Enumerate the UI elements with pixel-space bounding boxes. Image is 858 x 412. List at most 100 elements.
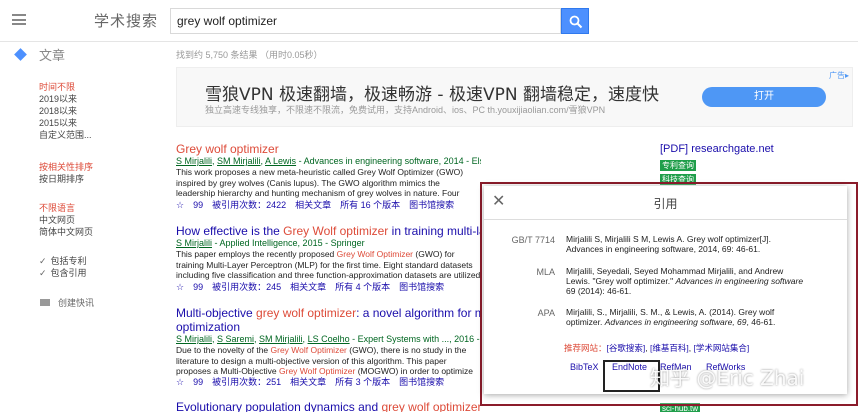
language-any[interactable]: 不限语言 <box>39 202 93 214</box>
library-search-link[interactable]: 图书馆搜索 <box>399 282 444 292</box>
save-star-icon[interactable]: ☆ <box>176 282 184 292</box>
time-filter-2019[interactable]: 2019以来 <box>39 93 92 105</box>
result-stats: 找到约 5,750 条结果 （用时0.05秒） <box>176 50 323 60</box>
include-citations-checkbox[interactable]: ✓ 包含引用 <box>39 267 87 279</box>
result-title-highlight: grey wolf optimizer <box>256 306 357 320</box>
search-button[interactable] <box>561 8 589 34</box>
save-star-icon[interactable]: ☆ <box>176 200 184 210</box>
include-patents-label: 包括专利 <box>50 256 87 266</box>
time-filter-2018[interactable]: 2018以来 <box>39 105 92 117</box>
snippet-text: This paper employs the recently proposed <box>176 249 337 259</box>
related-articles-link[interactable]: 相关文章 <box>290 282 326 292</box>
related-articles-link[interactable]: 相关文章 <box>290 377 326 387</box>
result-item: Grey wolf optimizer S Mirjalili, SM Mirj… <box>176 142 481 212</box>
author-link[interactable]: S Mirjalili <box>176 156 212 166</box>
checkbox-group: ✓ 包括专利 ✓ 包含引用 <box>39 255 87 279</box>
cite-journal: Advances in engineering software <box>675 276 804 286</box>
result-title-text: : a novel algorithm for multi-criterion <box>356 306 481 320</box>
author-link[interactable]: S Mirjalili <box>176 334 212 344</box>
export-bibtex[interactable]: BibTeX <box>570 362 599 372</box>
create-alert-label: 创建快讯 <box>58 298 95 308</box>
cite-dialog-header: ✕ 引用 <box>484 186 847 220</box>
time-filter-2015[interactable]: 2015以来 <box>39 117 92 129</box>
cite-text-part: , 46-61. <box>746 317 776 327</box>
result-title[interactable]: Evolutionary population dynamics and gre… <box>176 400 481 412</box>
cite-format-label: GB/T 7714 <box>511 235 555 245</box>
language-simplified[interactable]: 简体中文网页 <box>39 226 93 238</box>
result-item: Evolutionary population dynamics and gre… <box>176 400 481 412</box>
snippet-text: Due to the novelty of the <box>176 345 271 355</box>
result-snippet: This paper employs the recently proposed… <box>176 249 481 281</box>
pdf-site: researchgate.net <box>691 143 774 155</box>
create-alert-link[interactable]: 创建快讯 <box>40 296 94 309</box>
result-actions: ☆ 99 被引用次数：2422 相关文章 所有 16 个版本 图书馆搜索 <box>176 199 481 212</box>
cited-by-link[interactable]: 被引用次数：245 <box>212 282 281 292</box>
cite-quote-icon[interactable]: 99 <box>193 377 203 387</box>
time-filter-custom[interactable]: 自定义范围... <box>39 129 92 141</box>
result-title[interactable]: Grey wolf optimizer <box>176 142 481 156</box>
cite-dialog-title: 引用 <box>653 197 678 211</box>
result-title-line2[interactable]: optimization <box>176 320 481 334</box>
time-filter-group: 时间不限 2019以来 2018以来 2015以来 自定义范围... <box>39 81 92 141</box>
result-title-highlight: Grey Wolf optimizer <box>283 224 389 238</box>
academic-sites-link[interactable]: [学术网站集合] <box>693 343 749 353</box>
snippet-highlight: Grey Wolf Optimizer <box>270 345 347 355</box>
ad-title[interactable]: 雪狼VPN 极速翻墙，极速畅游 - 极速VPN 翻墙稳定，速度快 <box>205 80 659 105</box>
all-versions-link[interactable]: 所有 4 个版本 <box>335 282 390 292</box>
cite-row-gbt: GB/T 7714 Mirjalili S, Mirjalili S M, Le… <box>484 234 847 254</box>
all-versions-link[interactable]: 所有 3 个版本 <box>335 377 390 387</box>
cite-text[interactable]: Mirjalili S, Mirjalili S M, Lewis A. Gre… <box>566 234 806 254</box>
sidebar-articles[interactable]: 文章 <box>14 46 65 63</box>
recommended-sites: 推荐网站：[谷歌搜索], [维基百科], [学术网站集合] <box>564 343 750 353</box>
sort-by-relevance[interactable]: 按相关性排序 <box>39 161 93 173</box>
result-venue: - Advances in engineering software, 2014… <box>298 156 481 166</box>
result-title[interactable]: Multi-objective grey wolf optimizer: a n… <box>176 306 481 320</box>
cite-text[interactable]: Mirjalili, S., Mirjalili, S. M., & Lewis… <box>566 307 806 327</box>
ad-label: 广告▸ <box>828 71 849 80</box>
google-search-link[interactable]: [谷歌搜索] <box>607 343 646 353</box>
cite-quote-icon[interactable]: 99 <box>193 282 203 292</box>
language-chinese[interactable]: 中文网页 <box>39 214 93 226</box>
author-link[interactable]: LS Coelho <box>308 334 350 344</box>
cite-row-mla: MLA Mirjalili, Seyedali, Seyed Mohammad … <box>484 266 847 296</box>
result-authors: S Mirjalili, S Saremi, SM Mirjalili, LS … <box>176 334 481 345</box>
ad-banner[interactable]: 广告▸ 雪狼VPN 极速翻墙，极速畅游 - 极速VPN 翻墙稳定，速度快 独立高… <box>176 67 853 127</box>
time-filter-any[interactable]: 时间不限 <box>39 81 92 93</box>
result-title-text: Evolutionary population dynamics and <box>176 400 382 412</box>
all-versions-link[interactable]: 所有 16 个版本 <box>340 200 400 210</box>
author-link[interactable]: SM Mirjalili <box>259 334 303 344</box>
result-venue: - Expert Systems with ..., 2016 - Elsevi… <box>352 334 481 344</box>
snippet-highlight: Grey Wolf Optimizer <box>279 366 356 376</box>
brand-title[interactable]: 学术搜索 <box>94 10 158 31</box>
author-link[interactable]: S Mirjalili <box>176 238 212 248</box>
result-title-text: in training multi-layer <box>391 224 481 238</box>
sort-by-date[interactable]: 按日期排序 <box>39 173 93 185</box>
wikipedia-link[interactable]: [维基百科] <box>650 343 689 353</box>
search-input[interactable]: grey wolf optimizer <box>170 8 561 34</box>
cite-quote-icon[interactable]: 99 <box>193 200 203 210</box>
cite-text[interactable]: Mirjalili, Seyedali, Seyed Mohammad Mirj… <box>566 266 806 296</box>
pdf-link[interactable]: [PDF] researchgate.net <box>660 143 774 155</box>
cited-by-link[interactable]: 被引用次数：2422 <box>212 200 286 210</box>
author-link[interactable]: A Lewis <box>265 156 296 166</box>
cited-by-link[interactable]: 被引用次数：251 <box>212 377 281 387</box>
library-search-link[interactable]: 图书馆搜索 <box>409 200 454 210</box>
save-star-icon[interactable]: ☆ <box>176 377 184 387</box>
watermark: 知乎 @Eric Zhai <box>650 366 805 390</box>
related-articles-link[interactable]: 相关文章 <box>295 200 331 210</box>
check-icon: ✓ <box>39 268 47 278</box>
sort-group: 按相关性排序 按日期排序 <box>39 161 93 185</box>
hamburger-menu-icon[interactable] <box>12 14 26 25</box>
cite-format-label: MLA <box>536 267 555 277</box>
result-title[interactable]: How effective is the Grey Wolf optimizer… <box>176 224 481 238</box>
ad-open-button[interactable]: 打开 <box>702 87 826 107</box>
author-link[interactable]: S Saremi <box>217 334 254 344</box>
cite-journal: Advances in engineering software, 69 <box>604 317 747 327</box>
pdf-label: [PDF] <box>660 143 689 155</box>
author-link[interactable]: SM Mirjalili <box>217 156 261 166</box>
patent-query-tag[interactable]: 专利查询 <box>660 160 696 171</box>
result-actions: ☆ 99 被引用次数：251 相关文章 所有 3 个版本 图书馆搜索 <box>176 376 481 389</box>
include-patents-checkbox[interactable]: ✓ 包括专利 <box>39 255 87 267</box>
library-search-link[interactable]: 图书馆搜索 <box>399 377 444 387</box>
result-item: Multi-objective grey wolf optimizer: a n… <box>176 306 481 389</box>
